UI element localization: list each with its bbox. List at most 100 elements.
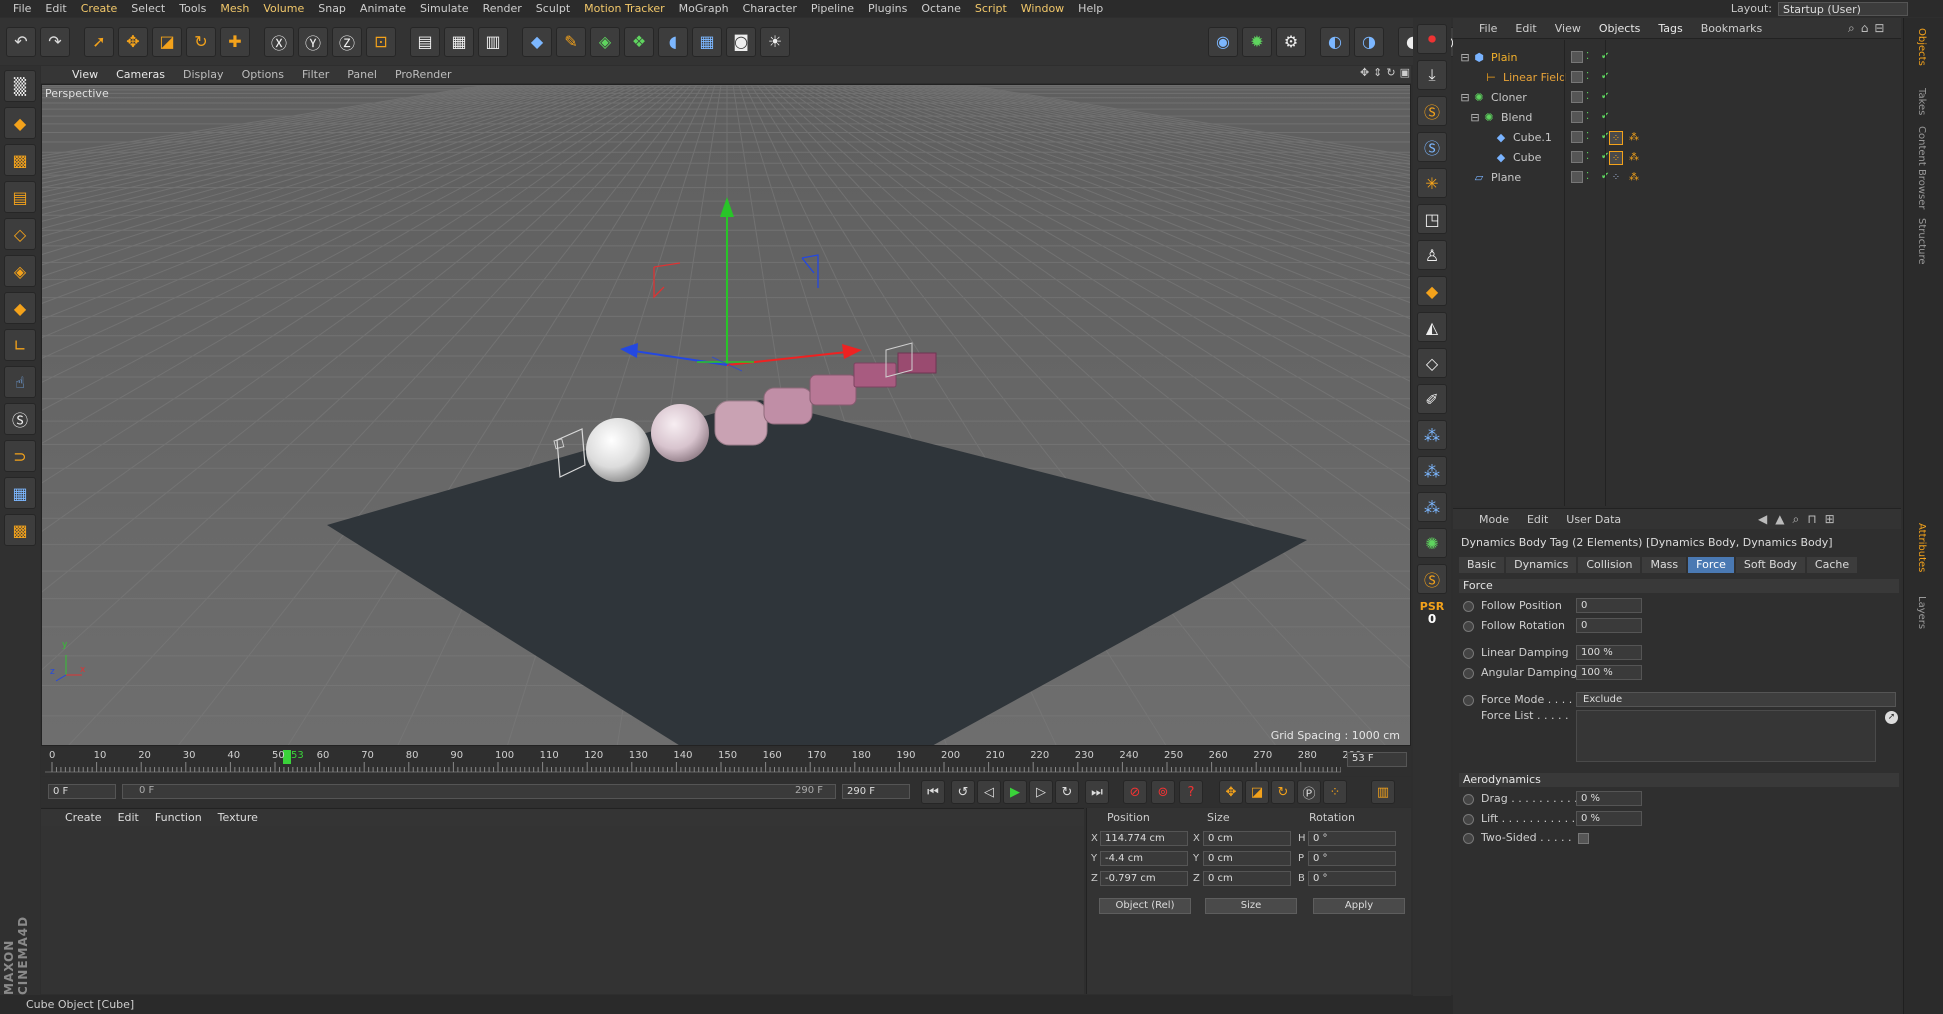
key-parameter-icon[interactable]: Ⓟ [1297,780,1321,804]
size-x-field[interactable]: 0 cm [1203,831,1291,846]
psr-button[interactable]: PSR 0 [1417,600,1447,632]
mograph-cloner-icon[interactable]: ✺ [1417,528,1447,558]
animate-radio[interactable] [1463,648,1474,659]
previous-frame-icon[interactable]: ◁ [977,780,1001,804]
paint-icon[interactable]: ✐ [1417,384,1447,414]
layer-box[interactable] [1571,131,1583,143]
animate-radio[interactable] [1463,601,1474,612]
menu-script[interactable]: Script [968,2,1014,15]
menu-animate[interactable]: Animate [353,2,413,15]
material-menu-texture[interactable]: Texture [218,811,258,824]
spheres-cluster-third-icon[interactable]: ⁂ [1417,492,1447,522]
rotation-p-field[interactable]: 0 ° [1308,851,1396,866]
cube-primitive-icon[interactable]: ◆ [522,26,552,57]
viewport-menu-filter[interactable]: Filter [293,68,338,81]
menu-window[interactable]: Window [1014,2,1071,15]
previous-key-icon[interactable]: ↺ [951,780,975,804]
menu-snap[interactable]: Snap [311,2,353,15]
axis-mode-icon[interactable]: ∟ [4,329,36,361]
preview-range-slider[interactable]: 0 F 290 F [122,784,836,799]
menu-help[interactable]: Help [1071,2,1110,15]
size-y-field[interactable]: 0 cm [1203,851,1291,866]
am-menu-edit[interactable]: Edit [1527,513,1548,526]
spheres-cluster-icon[interactable]: ⁂ [1417,420,1447,450]
move-icon[interactable]: ✥ [118,26,148,57]
texture-mode-icon[interactable]: ▩ [4,144,36,176]
deformer-icon[interactable]: ◖ [658,26,688,57]
joint-icon[interactable]: ◭ [1417,312,1447,342]
material-menu-edit[interactable]: Edit [118,811,139,824]
3d-viewport[interactable]: y x z Perspective Grid Spacing : 1000 cm [41,84,1411,746]
apply-button[interactable]: Apply [1313,898,1405,914]
object-name[interactable]: Plane [1491,168,1521,188]
visibility-icon[interactable]: ⁚ [1586,91,1598,103]
rotation-h-field[interactable]: 0 ° [1308,831,1396,846]
redo-icon[interactable]: ↷ [40,26,70,57]
search-icon[interactable]: ⌕ [1848,21,1855,36]
lock-workplane-icon[interactable]: ▦ [4,477,36,509]
up-arrow-icon[interactable]: ▲ [1775,512,1784,527]
workplane-icon[interactable]: ▤ [4,181,36,213]
material-tag-icon[interactable]: ⁂ [1627,151,1641,165]
pen-spline-icon[interactable]: ✎ [556,26,586,57]
object-name[interactable]: Cube [1513,148,1541,168]
layer-box[interactable] [1571,151,1583,163]
key-point-level-icon[interactable]: ⁘ [1323,780,1347,804]
viewport-menu-display[interactable]: Display [174,68,233,81]
om-menu-objects[interactable]: Objects [1599,22,1641,35]
am-menu-user-data[interactable]: User Data [1566,513,1621,526]
display-mode-icon[interactable]: ◐ [1320,26,1350,57]
snap-icon[interactable]: Ⓢ [4,403,36,435]
tab-force[interactable]: Force [1688,557,1734,573]
end-frame-field[interactable]: 290 F [842,784,910,799]
force-list-picker-icon[interactable]: ➚ [1885,711,1898,724]
home-icon[interactable]: ⌂ [1861,21,1869,36]
layer-box[interactable] [1571,91,1583,103]
coordinate-mode-select[interactable]: Object (Rel) [1099,898,1191,914]
z-axis-lock-icon[interactable]: Ⓩ [332,26,362,57]
menu-mesh[interactable]: Mesh [213,2,256,15]
scatter-icon[interactable]: ✳ [1417,168,1447,198]
visibility-icon[interactable]: ⁚ [1586,111,1598,123]
aerodynamics-section-header[interactable]: Aerodynamics [1459,773,1899,787]
om-menu-view[interactable]: View [1555,22,1581,35]
material-tag-icon[interactable]: ⁂ [1627,131,1641,145]
two-sided-checkbox[interactable] [1578,833,1589,844]
enabled-check-icon[interactable]: ✔ [1601,111,1613,123]
settings-gear-icon[interactable]: ⚙ [1276,26,1306,57]
octane-render-icon[interactable]: ◉ [1208,26,1238,57]
animate-radio[interactable] [1463,695,1474,706]
layer-box[interactable] [1571,171,1583,183]
menu-character[interactable]: Character [736,2,804,15]
position-z-field[interactable]: -0.797 cm [1100,871,1188,886]
object-name[interactable]: Cloner [1491,88,1527,108]
force-list-box[interactable] [1576,710,1876,762]
viewport-camera-label[interactable]: Perspective [45,87,109,100]
animate-radio[interactable] [1463,668,1474,679]
viewport-menu-view[interactable]: View [63,68,107,81]
tab-content-browser-vertical[interactable]: Content Browser [1916,126,1927,209]
planar-workplane-icon[interactable]: ▩ [4,514,36,546]
force-section-header[interactable]: Force [1459,579,1899,593]
follow-position-field[interactable]: 0 [1576,598,1642,613]
light-icon[interactable]: ☀ [760,26,790,57]
visibility-icon[interactable]: ⁚ [1586,51,1598,63]
enabled-check-icon[interactable]: ✔ [1601,51,1613,63]
render-view-icon[interactable]: ▤ [410,26,440,57]
menu-select[interactable]: Select [124,2,172,15]
polygon-pen-icon[interactable]: ◇ [1417,348,1447,378]
object-name[interactable]: Linear Field [1503,68,1566,88]
snap-s-icon[interactable]: Ⓢ [1417,96,1447,126]
tab-layers-vertical[interactable]: Layers [1916,596,1927,629]
visibility-icon[interactable]: ⁚ [1586,151,1598,163]
scale-icon[interactable]: ◪ [152,26,182,57]
drag-field[interactable]: 0 % [1576,791,1642,806]
follow-rotation-field[interactable]: 0 [1576,618,1642,633]
object-row-blend[interactable]: ⊟ ✺ Blend ⁚✔ [1453,108,1901,128]
layer-box[interactable] [1571,71,1583,83]
timeline-ruler[interactable]: 0 10 20 30 40 50 60 70 80 90 100 110 120 130 140 150 160… [41,748,1411,776]
snap-toggle-icon[interactable]: Ⓢ [1417,564,1447,594]
enabled-check-icon[interactable]: ✔ [1601,91,1613,103]
rotate-icon[interactable]: ↻ [186,26,216,57]
octane-settings-icon[interactable]: ✹ [1242,26,1272,57]
